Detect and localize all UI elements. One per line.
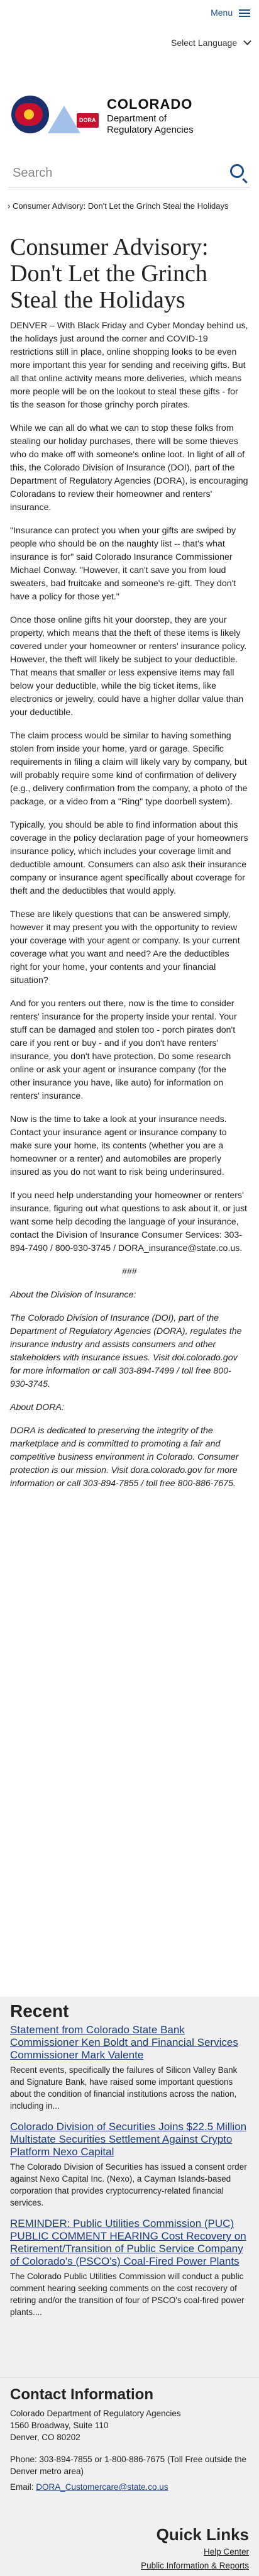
recent-title: Recent	[10, 2001, 69, 2021]
article-paragraph: Once those online gifts hit your doorste…	[10, 615, 247, 718]
quick-links-title: Quick Links	[156, 2525, 249, 2544]
menu-button[interactable]: Menu	[211, 6, 250, 19]
list-item: REMINDER: Public Utilities Commission (P…	[10, 2218, 249, 2318]
dora-badge: DORA	[77, 113, 99, 128]
page-title: Consumer Advisory: Don't Let the Grinch …	[10, 234, 209, 313]
separator: ###	[122, 1267, 137, 1277]
contact-email-row: Email: DORA_Customercare@state.co.us	[10, 2481, 249, 2493]
article-paragraph: While we can all do what we can to stop …	[10, 423, 248, 513]
article-paragraph: "Insurance can protect you when your gif…	[10, 526, 236, 602]
recent-desc: The Colorado Public Utilities Commission…	[10, 2272, 245, 2317]
article: Consumer Advisory: Don't Let the Grinch …	[10, 234, 249, 1501]
quick-link-help[interactable]: Help Center	[141, 2545, 249, 2559]
article-paragraph: The claim process would be similar to ha…	[10, 731, 248, 807]
article-paragraph: These are likely questions that can be a…	[10, 909, 240, 985]
article-paragraph: Now is the time to take a look at your i…	[10, 1114, 227, 1177]
language-label: Select Language	[171, 38, 238, 48]
hamburger-icon	[239, 8, 250, 19]
contact-phone: Phone: 303-894-7855 or 1-800-886-7675 (T…	[10, 2455, 247, 2476]
about-doi-title: About the Division of Insurance:	[10, 1290, 136, 1300]
recent-link[interactable]: REMINDER: Public Utilities Commission (P…	[10, 2218, 249, 2268]
about-dora-title: About DORA:	[10, 1402, 64, 1413]
recent-section: Recent Statement from Colorado State Ban…	[0, 1997, 259, 2377]
logo-dept-line1: Department of	[107, 113, 167, 124]
quick-links: Quick Links Help Center Public Informati…	[141, 2525, 249, 2573]
language-select[interactable]: Select Language	[171, 36, 251, 50]
chevron-down-icon	[243, 37, 251, 45]
logo-text: COLORADO Department of Regulatory Agenci…	[107, 96, 194, 136]
search-icon[interactable]	[230, 164, 244, 178]
logo-state: COLORADO	[107, 96, 193, 112]
search-bar[interactable]: Search	[9, 160, 250, 187]
site-logo[interactable]: DORA COLORADO Department of Regulatory A…	[11, 94, 250, 146]
list-item: Colorado Division of Securities Joins $2…	[10, 2121, 249, 2209]
about-doi-text: The Colorado Division of Insurance (DOI)…	[10, 1313, 242, 1389]
contact-title: Contact Information	[10, 2386, 153, 2403]
about-dora-text: DORA is dedicated to preserving the inte…	[10, 1426, 239, 1489]
article-paragraph: If you need help understanding your home…	[10, 1191, 247, 1253]
contact-street: 1560 Broadway, Suite 110	[10, 2421, 109, 2430]
colorado-c-icon	[11, 96, 49, 133]
recent-link[interactable]: Statement from Colorado State Bank Commi…	[10, 2024, 249, 2062]
recent-desc: The Colorado Division of Securities has …	[10, 2162, 247, 2207]
search-input[interactable]: Search	[13, 167, 52, 180]
email-link[interactable]: DORA_Customercare@state.co.us	[36, 2482, 168, 2492]
article-paragraph: DENVER – With Black Friday and Cyber Mon…	[10, 321, 248, 410]
article-paragraph: Typically, you should be able to find in…	[10, 820, 248, 896]
email-label: Email:	[10, 2482, 34, 2492]
contact-org: Colorado Department of Regulatory Agenci…	[10, 2409, 181, 2418]
article-paragraph: And for you renters out there, now is th…	[10, 999, 237, 1101]
mountain-icon	[48, 106, 80, 133]
breadcrumb: › Consumer Advisory: Don't Let the Grinc…	[8, 200, 251, 213]
list-item: Statement from Colorado State Bank Commi…	[10, 2024, 249, 2112]
top-bar: Menu Select Language	[0, 0, 259, 82]
recent-desc: Recent events, specifically the failures…	[10, 2065, 238, 2111]
contact-city: Denver, CO 80202	[10, 2433, 80, 2442]
menu-label: Menu	[211, 8, 233, 18]
breadcrumb-current[interactable]: › Consumer Advisory: Don't Let the Grinc…	[8, 201, 228, 211]
contact-body: Colorado Department of Regulatory Agenci…	[10, 2407, 249, 2493]
logo-dept-line2: Regulatory Agencies	[107, 125, 194, 135]
quick-link-reports[interactable]: Public Information & Reports	[141, 2559, 249, 2573]
recent-link[interactable]: Colorado Division of Securities Joins $2…	[10, 2121, 249, 2158]
